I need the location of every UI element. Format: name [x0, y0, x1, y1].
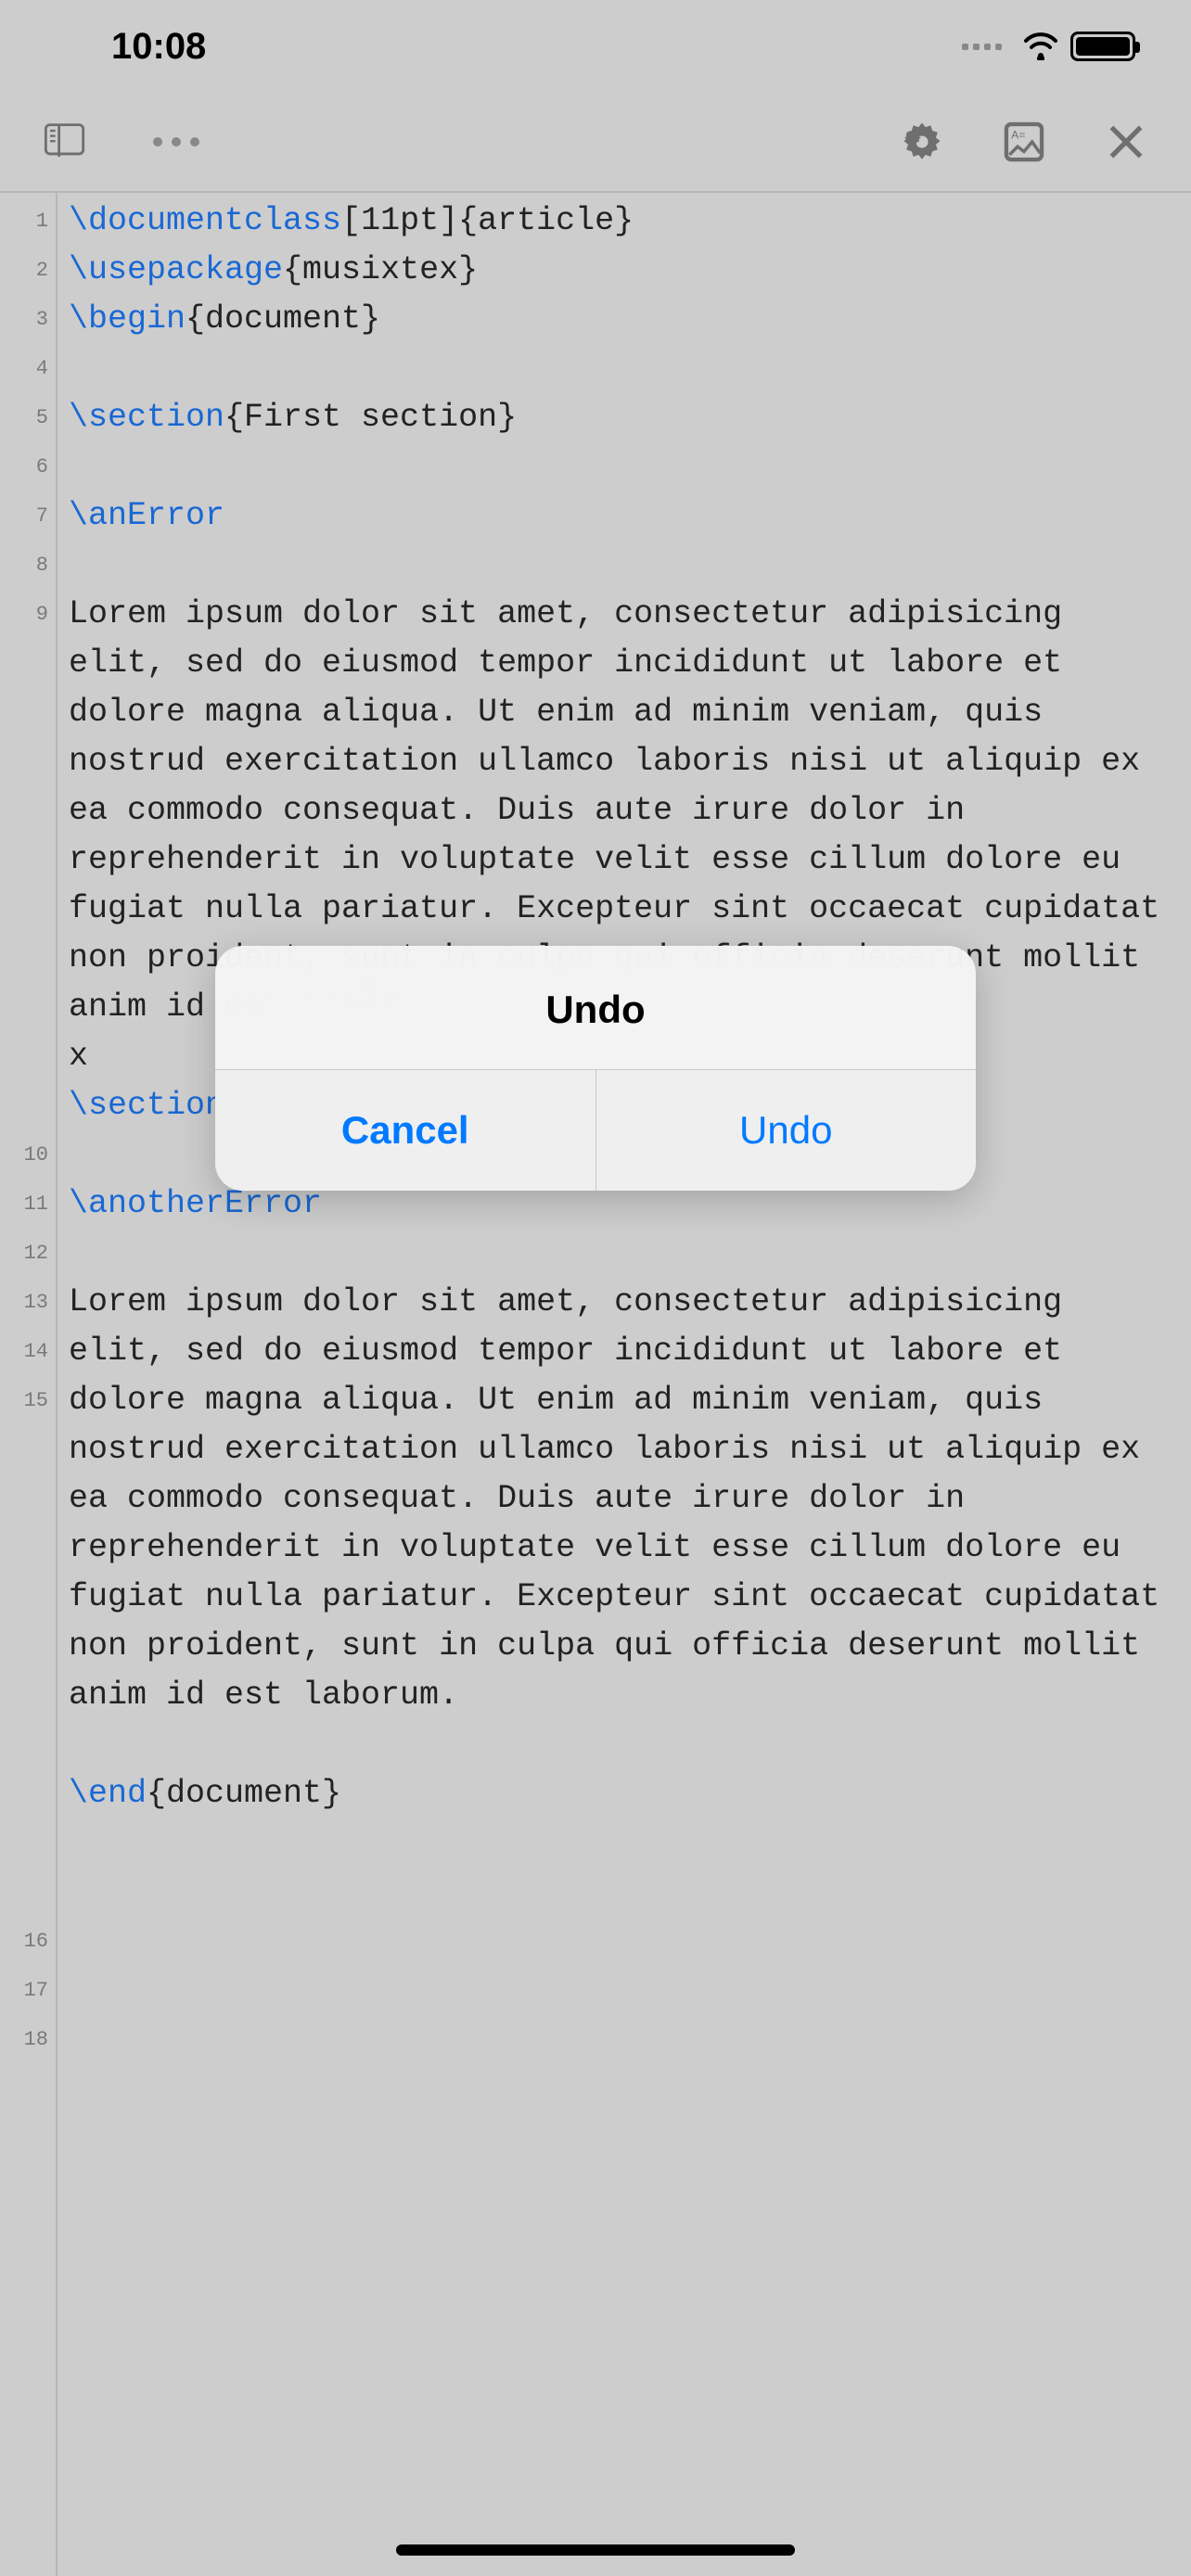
svg-text:A=: A=	[1011, 129, 1025, 142]
latex-command: \begin	[69, 300, 186, 338]
latex-command: \end	[69, 1775, 147, 1812]
line-number: 2	[0, 246, 48, 295]
line-number: 4	[0, 344, 48, 393]
line-number: 17	[0, 1966, 48, 2015]
latex-command: \usepackage	[69, 251, 283, 288]
sidebar-icon[interactable]	[37, 114, 93, 170]
status-time: 10:08	[111, 26, 206, 68]
home-indicator[interactable]	[396, 2544, 795, 2556]
line-number: 16	[0, 1917, 48, 1966]
line-number: 8	[0, 541, 48, 590]
wifi-icon	[1022, 32, 1059, 60]
line-number: 14	[0, 1327, 48, 1376]
editor-area: 1 2 3 4 5 6 7 8 9 10 11 12 13 14 15 16 1…	[0, 191, 1191, 2576]
latex-command: \section	[69, 1087, 224, 1124]
code-text: {document}	[186, 300, 380, 338]
latex-command: \anotherError	[69, 1185, 322, 1222]
battery-icon	[1070, 32, 1135, 61]
code-text: [11pt]{article}	[341, 202, 634, 239]
line-number: 3	[0, 295, 48, 344]
more-icon[interactable]	[148, 114, 204, 170]
line-number: 5	[0, 393, 48, 442]
line-number: 12	[0, 1229, 48, 1278]
code-text: x	[69, 1038, 88, 1075]
line-number: 9	[0, 590, 48, 1130]
latex-command: \section	[69, 399, 224, 436]
status-bar: 10:08	[0, 0, 1191, 93]
code-content[interactable]: \documentclass[11pt]{article} \usepackag…	[58, 193, 1191, 2576]
code-text: {document}	[147, 1775, 341, 1812]
latex-command: \documentclass	[69, 202, 341, 239]
code-text: Lorem ipsum dolor sit amet, consectetur …	[69, 595, 1179, 1026]
code-text: Lorem ipsum dolor sit amet, consectetur …	[69, 1283, 1179, 1714]
settings-gear-icon[interactable]	[894, 114, 950, 170]
line-number-gutter: 1 2 3 4 5 6 7 8 9 10 11 12 13 14 15 16 1…	[0, 193, 58, 2576]
status-right	[962, 32, 1135, 61]
editor-toolbar: A=	[0, 93, 1191, 191]
code-text: {musixtex}	[283, 251, 478, 288]
close-icon[interactable]	[1098, 114, 1154, 170]
latex-command: \anError	[69, 497, 224, 534]
line-number: 11	[0, 1180, 48, 1229]
line-number: 10	[0, 1130, 48, 1180]
line-number: 6	[0, 442, 48, 491]
cellular-dots-icon	[962, 44, 1002, 50]
code-text: {First section}	[224, 399, 517, 436]
line-number: 1	[0, 197, 48, 246]
code-text: {Second section}	[224, 1087, 536, 1124]
line-number: 7	[0, 491, 48, 541]
line-number: 18	[0, 2015, 48, 2064]
line-number: 13	[0, 1278, 48, 1327]
line-number: 15	[0, 1376, 48, 1917]
preview-icon[interactable]: A=	[996, 114, 1052, 170]
